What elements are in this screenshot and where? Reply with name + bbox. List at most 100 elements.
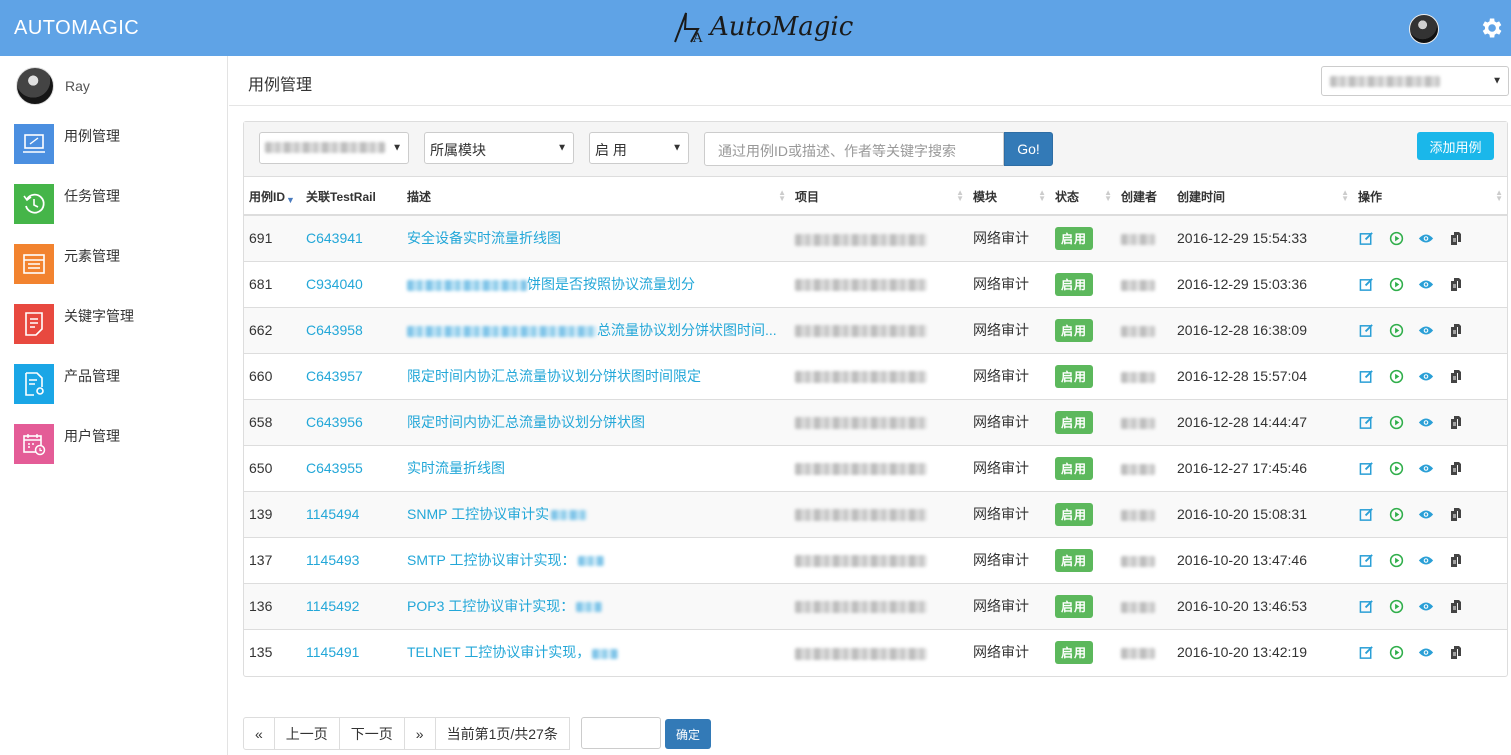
case-desc-link[interactable]: 实时流量折线图 <box>407 460 505 476</box>
sort-icon: ▲ ▼ <box>956 188 964 203</box>
eye-icon[interactable] <box>1418 552 1434 568</box>
next-page-button[interactable]: 下一页 <box>338 717 405 750</box>
col-header-project[interactable]: 项目 ▲ ▼ <box>790 178 968 216</box>
header-avatar[interactable] <box>1409 14 1439 44</box>
run-icon[interactable] <box>1388 230 1404 246</box>
run-icon[interactable] <box>1388 414 1404 430</box>
testrail-link[interactable]: 1145491 <box>306 644 359 660</box>
brand-title[interactable]: AUTOMAGIC <box>14 17 139 40</box>
col-header-testrail[interactable]: 关联TestRail <box>301 178 402 216</box>
eye-icon[interactable] <box>1418 644 1434 660</box>
redacted-project <box>795 325 927 338</box>
last-page-button[interactable]: » <box>403 717 436 750</box>
sidebar-item-products[interactable]: 产品管理 <box>14 364 214 406</box>
eye-icon[interactable] <box>1418 322 1434 338</box>
copy-icon[interactable] <box>1448 460 1464 476</box>
edit-icon[interactable] <box>1358 644 1374 660</box>
testrail-link[interactable]: 1145494 <box>306 506 359 522</box>
case-desc-link[interactable]: 总流量协议划分饼状图时间... <box>407 322 777 338</box>
copy-icon[interactable] <box>1448 644 1464 660</box>
case-desc-link[interactable]: POP3 工控协议审计实现： <box>407 598 603 614</box>
prev-page-button[interactable]: 上一页 <box>273 717 340 750</box>
col-header-creator[interactable]: 创建者 <box>1116 178 1172 216</box>
created-time: 2016-12-28 16:38:09 <box>1172 306 1353 353</box>
run-icon[interactable] <box>1388 644 1404 660</box>
eye-icon[interactable] <box>1418 368 1434 384</box>
eye-icon[interactable] <box>1418 276 1434 292</box>
copy-icon[interactable] <box>1448 552 1464 568</box>
module-select[interactable]: 所属模块 ▼ <box>424 132 574 164</box>
testrail-link[interactable]: C934040 <box>306 276 363 292</box>
project-select[interactable]: ▼ <box>1321 66 1509 96</box>
add-case-button[interactable]: 添加用例 <box>1417 132 1494 160</box>
search-input[interactable]: 通过用例ID或描述、作者等关键字搜索 <box>704 132 1004 166</box>
sidebar-user[interactable]: Ray <box>16 67 90 105</box>
testrail-link[interactable]: C643956 <box>306 414 363 430</box>
copy-icon[interactable] <box>1448 414 1464 430</box>
col-header-id[interactable]: 用例ID ▼ <box>244 178 301 216</box>
case-desc-link[interactable]: TELNET 工控协议审计实现， <box>407 644 619 660</box>
eye-icon[interactable] <box>1418 414 1434 430</box>
case-desc-link[interactable]: 饼图是否按照协议流量划分 <box>407 276 695 292</box>
copy-icon[interactable] <box>1448 368 1464 384</box>
redacted-text <box>407 279 527 291</box>
run-icon[interactable] <box>1388 368 1404 384</box>
status-select[interactable]: 启 用 ▼ <box>589 132 689 164</box>
run-icon[interactable] <box>1388 276 1404 292</box>
testrail-link[interactable]: 1145493 <box>306 552 359 568</box>
copy-icon[interactable] <box>1448 506 1464 522</box>
edit-icon[interactable] <box>1358 552 1374 568</box>
product-select[interactable]: ▼ <box>259 132 409 164</box>
row-actions <box>1358 322 1507 338</box>
copy-icon[interactable] <box>1448 230 1464 246</box>
col-header-status[interactable]: 状态 ▲ ▼ <box>1050 178 1116 216</box>
sidebar-item-cases[interactable]: 用例管理 <box>14 124 214 166</box>
search-go-button[interactable]: Go! <box>1004 132 1053 166</box>
testrail-link[interactable]: C643955 <box>306 460 363 476</box>
eye-icon[interactable] <box>1418 230 1434 246</box>
page-number-input[interactable] <box>581 717 661 749</box>
col-header-module[interactable]: 模块 ▲ ▼ <box>968 178 1050 216</box>
goto-page-button[interactable]: 确定 <box>665 719 711 749</box>
copy-icon[interactable] <box>1448 276 1464 292</box>
testrail-link[interactable]: C643957 <box>306 368 363 384</box>
edit-icon[interactable] <box>1358 230 1374 246</box>
col-header-desc[interactable]: 描述 ▲ ▼ <box>402 178 790 216</box>
edit-icon[interactable] <box>1358 368 1374 384</box>
case-id: 660 <box>244 352 301 399</box>
eye-icon[interactable] <box>1418 506 1434 522</box>
created-time: 2016-10-20 13:42:19 <box>1172 628 1353 675</box>
sidebar-item-tasks[interactable]: 任务管理 <box>14 184 214 226</box>
edit-icon[interactable] <box>1358 276 1374 292</box>
copy-icon[interactable] <box>1448 598 1464 614</box>
edit-icon[interactable] <box>1358 598 1374 614</box>
sidebar-item-keywords[interactable]: 关键字管理 <box>14 304 214 346</box>
eye-icon[interactable] <box>1418 598 1434 614</box>
gear-icon[interactable] <box>1478 15 1504 41</box>
sort-icon: ▲ ▼ <box>1104 188 1112 203</box>
case-desc-link[interactable]: 限定时间内协汇总流量协议划分饼状图时间限定 <box>407 368 701 384</box>
sidebar-item-users[interactable]: 用户管理 <box>14 424 214 466</box>
edit-icon[interactable] <box>1358 322 1374 338</box>
edit-icon[interactable] <box>1358 506 1374 522</box>
eye-icon[interactable] <box>1418 460 1434 476</box>
edit-icon[interactable] <box>1358 414 1374 430</box>
case-desc: 饼图是否按照协议流量划分 <box>527 276 695 292</box>
run-icon[interactable] <box>1388 506 1404 522</box>
first-page-button[interactable]: « <box>243 717 275 750</box>
sidebar-item-elements[interactable]: 元素管理 <box>14 244 214 286</box>
case-desc-link[interactable]: SNMP 工控协议审计实 <box>407 506 588 522</box>
testrail-link[interactable]: C643958 <box>306 322 363 338</box>
testrail-link[interactable]: 1145492 <box>306 598 359 614</box>
testrail-link[interactable]: C643941 <box>306 230 363 246</box>
run-icon[interactable] <box>1388 460 1404 476</box>
case-desc-link[interactable]: SMTP 工控协议审计实现： <box>407 552 604 568</box>
case-desc-link[interactable]: 限定时间内协汇总流量协议划分饼状图 <box>407 414 645 430</box>
case-desc-link[interactable]: 安全设备实时流量折线图 <box>407 230 561 246</box>
copy-icon[interactable] <box>1448 322 1464 338</box>
run-icon[interactable] <box>1388 552 1404 568</box>
run-icon[interactable] <box>1388 322 1404 338</box>
run-icon[interactable] <box>1388 598 1404 614</box>
edit-icon[interactable] <box>1358 460 1374 476</box>
col-header-created[interactable]: 创建时间 ▲ ▼ <box>1172 178 1353 216</box>
